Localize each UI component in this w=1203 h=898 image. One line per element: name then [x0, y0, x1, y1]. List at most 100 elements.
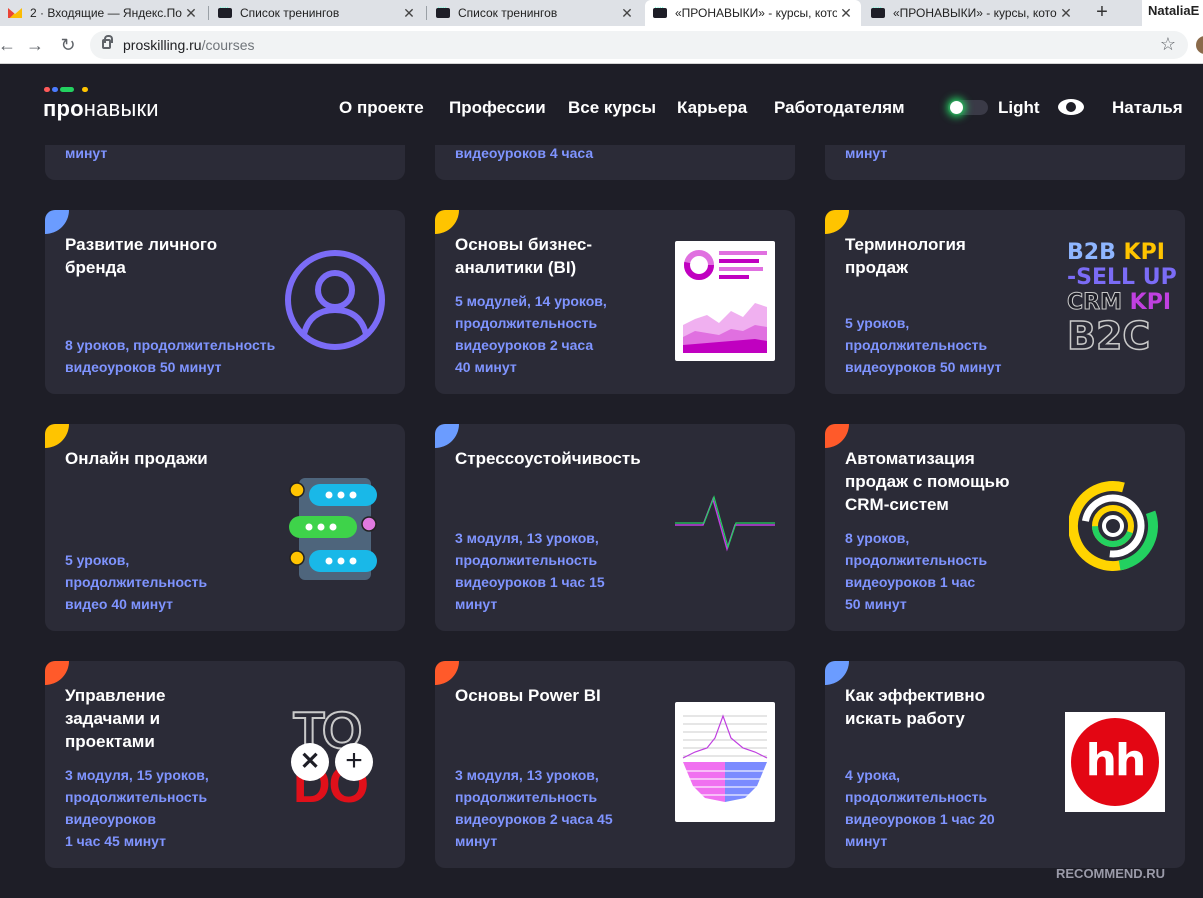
chat-bubbles-icon	[289, 478, 377, 580]
todo-icon: TO DO ✕ +	[291, 701, 391, 815]
course-card-crm-automation[interactable]: Автоматизация продаж с помощью CRM-систем …	[825, 424, 1185, 631]
browser-tab-pronavyki[interactable]: «ПРОНАВЫКИ» - курсы, котор ✕	[863, 0, 1081, 26]
nav-professions[interactable]: Профессии	[449, 98, 546, 118]
close-icon: ✕	[291, 743, 329, 781]
browser-tab-trainings-1[interactable]: Список тренингов ✕	[210, 0, 424, 26]
close-icon[interactable]: ✕	[400, 5, 418, 22]
course-meta: 8 уроков, продолжительность видеоуроков 5…	[65, 337, 276, 375]
close-icon[interactable]: ✕	[837, 5, 855, 22]
lock-icon	[102, 35, 113, 49]
course-title: Онлайн продажи	[65, 449, 208, 468]
course-meta: 3 модуля, 13 уроков, продолжительность вид…	[455, 767, 613, 849]
course-card-partial[interactable]: минут	[45, 140, 405, 180]
card-corner	[45, 661, 69, 685]
card-corner	[825, 210, 849, 234]
course-title: Как эффективно искать работу	[845, 686, 986, 728]
course-card-online-sales[interactable]: Онлайн продажи 5 уроков, продолжительност…	[45, 424, 405, 631]
site-icon	[436, 2, 450, 18]
course-meta: 5 уроков, продолжительность видеоуроков 50…	[845, 315, 1002, 375]
crm-ring-icon	[1069, 481, 1158, 571]
course-meta: минут	[65, 145, 108, 161]
browser-tab-bar: 2 · Входящие — Яндекс.Почта ✕ Список тре…	[0, 0, 1203, 26]
tab-title: Список тренингов	[458, 6, 558, 20]
nav-all-courses[interactable]: Все курсы	[568, 98, 656, 118]
user-profile-link[interactable]: Наталья	[1112, 98, 1183, 118]
site-header: пронавыки О проекте Профессии Все курсы …	[0, 65, 1203, 145]
theme-toggle[interactable]	[948, 100, 988, 115]
browser-tab-mail[interactable]: 2 · Входящие — Яндекс.Почта ✕	[0, 0, 206, 26]
user-circle-icon	[285, 250, 385, 350]
course-title: Автоматизация продаж с помощью CRM-систем	[845, 449, 1010, 514]
tab-title: «ПРОНАВЫКИ» - курсы, котор	[893, 6, 1057, 20]
card-corner	[45, 424, 69, 448]
course-title: Стрессоустойчивость	[455, 449, 641, 468]
tab-title: «ПРОНАВЫКИ» - курсы, котор	[675, 6, 837, 20]
course-meta: 3 модуля, 13 уроков, продолжительность вид…	[455, 530, 605, 612]
url-text: proskilling.ru/courses	[123, 37, 255, 53]
course-meta: 5 уроков, продолжительность видео 40 минут	[65, 552, 208, 612]
browser-address-bar: ← → ↻ proskilling.ru/courses ☆	[0, 26, 1203, 64]
nav-career[interactable]: Карьера	[677, 98, 747, 118]
course-card-partial[interactable]: минут	[825, 140, 1185, 180]
plus-icon: +	[335, 743, 373, 781]
reload-icon[interactable]: ↻	[57, 34, 79, 56]
course-title: Основы Power BI	[455, 686, 601, 705]
browser-profile[interactable]: NataliaE	[1142, 0, 1203, 26]
course-card-stress-resistance[interactable]: Стрессоустойчивость 3 модуля, 13 уроков,…	[435, 424, 795, 631]
course-title: Терминология продаж	[845, 235, 966, 277]
tab-title: 2 · Входящие — Яндекс.Почта	[30, 6, 182, 20]
course-card-task-management[interactable]: Управление задачами и проектами 3 модуля, …	[45, 661, 405, 868]
site-logo[interactable]: пронавыки	[43, 96, 159, 122]
card-corner	[825, 424, 849, 448]
card-corner	[435, 661, 459, 685]
card-corner	[435, 210, 459, 234]
forward-arrow-icon[interactable]: →	[24, 34, 46, 56]
tab-divider	[208, 6, 209, 20]
course-card-personal-brand[interactable]: Развитие личного бренда 8 уроков, продолж…	[45, 210, 405, 394]
close-icon[interactable]: ✕	[182, 5, 200, 22]
course-meta: 5 модулей, 14 уроков, продолжительность ви…	[455, 293, 607, 375]
course-card-job-search[interactable]: Как эффективно искать работу 4 урока, прод…	[825, 661, 1185, 868]
site-icon	[653, 2, 667, 18]
tab-title: Список тренингов	[240, 6, 340, 20]
pulse-line-icon	[675, 495, 775, 552]
course-meta: 8 уроков, продолжительность видеоуроков 1 …	[845, 530, 988, 612]
url-input[interactable]: proskilling.ru/courses ☆	[90, 31, 1188, 59]
bi-dashboard-icon	[675, 241, 775, 361]
course-meta: видеоуроков 4 часа	[455, 145, 594, 161]
card-corner	[435, 424, 459, 448]
hh-logo-icon: hh	[1065, 712, 1165, 812]
close-icon[interactable]: ✕	[618, 5, 636, 22]
gmail-icon	[8, 8, 22, 18]
course-meta: минут	[845, 145, 888, 161]
course-title: Развитие личного бренда	[65, 235, 218, 277]
course-title: Управление задачами и проектами	[65, 686, 166, 751]
bookmark-star-icon[interactable]: ☆	[1160, 34, 1176, 55]
site-icon	[218, 2, 232, 18]
course-card-partial[interactable]: видеоуроков 4 часа	[435, 140, 795, 180]
course-title: Основы бизнес-аналитики (BI)	[455, 235, 593, 277]
nav-employers[interactable]: Работодателям	[774, 98, 905, 118]
eye-icon[interactable]	[1057, 98, 1085, 116]
browser-avatar[interactable]	[1196, 36, 1203, 54]
back-arrow-icon[interactable]: ←	[0, 34, 18, 56]
toggle-knob	[950, 101, 963, 114]
course-meta: 3 модуля, 15 уроков, продолжительность вид…	[65, 767, 209, 849]
theme-label: Light	[998, 98, 1040, 117]
course-card-power-bi[interactable]: Основы Power BI 3 модуля, 13 уроков, прод…	[435, 661, 795, 868]
browser-tab-trainings-2[interactable]: Список тренингов ✕	[428, 0, 642, 26]
new-tab-button[interactable]: +	[1090, 1, 1114, 25]
card-corner	[825, 661, 849, 685]
card-corner	[45, 210, 69, 234]
course-meta: 4 урока, продолжительность видеоуроков 1 ч…	[845, 767, 995, 849]
tab-divider	[426, 6, 427, 20]
sales-terms-icon: B2B KPI -SELL UP CRM KPI B2C	[1067, 240, 1177, 358]
course-card-business-analytics[interactable]: Основы бизнес-аналитики (BI) 5 модулей, …	[435, 210, 795, 394]
powerbi-chart-icon	[675, 702, 775, 822]
nav-about[interactable]: О проекте	[339, 98, 424, 118]
watermark: RECOMMEND.RU	[1056, 866, 1166, 881]
close-icon[interactable]: ✕	[1057, 5, 1075, 22]
site-icon	[871, 2, 885, 18]
browser-tab-pronavyki-active[interactable]: «ПРОНАВЫКИ» - курсы, котор ✕	[645, 0, 861, 26]
course-card-sales-terminology[interactable]: Терминология продаж 5 уроков, продолжитель…	[825, 210, 1185, 394]
